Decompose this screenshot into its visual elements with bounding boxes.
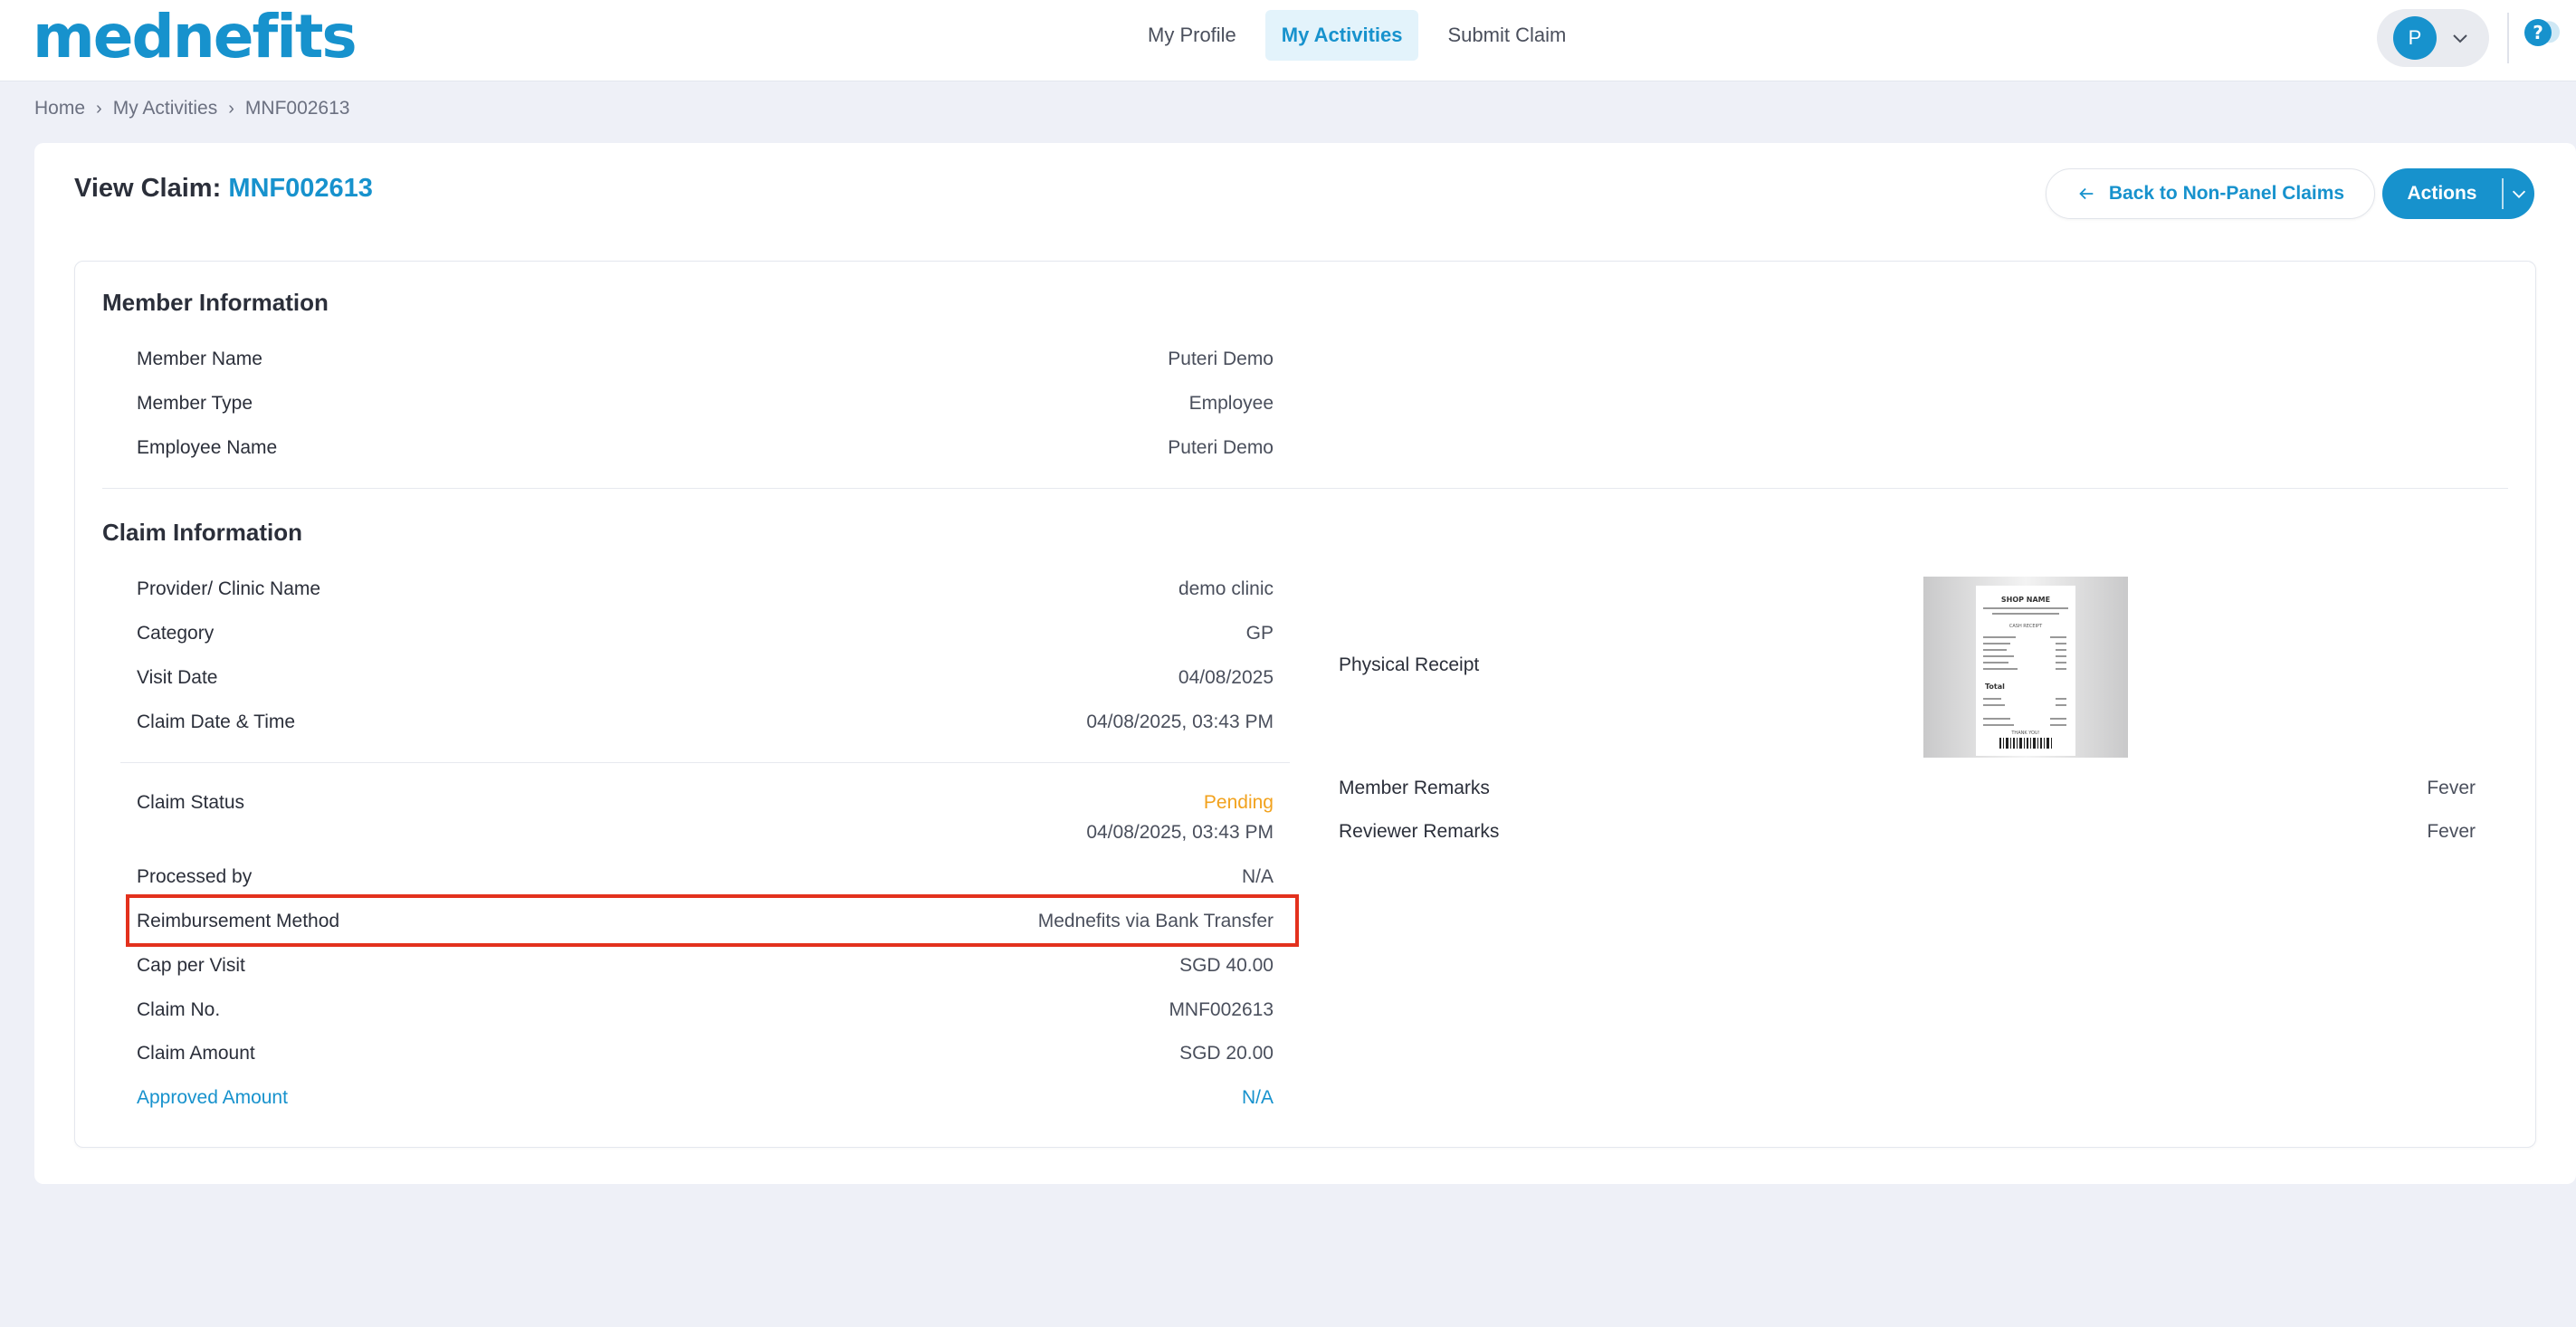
svg-text:Total: Total (1985, 683, 2005, 691)
chevron-right-icon: › (96, 98, 102, 119)
header-divider (2507, 13, 2509, 63)
reviewer-remarks-row: Reviewer Remarks Fever (1339, 821, 2476, 850)
row-label: Reimbursement Method (137, 911, 340, 931)
row-value: 04/08/2025, 03:43 PM (1086, 711, 1274, 732)
help-chat-icon[interactable]: ? (2522, 16, 2562, 56)
row-value: 04/08/2025 (1178, 667, 1274, 688)
row-label: Physical Receipt (1339, 654, 1480, 675)
member-name-row: Member Name Puteri Demo (137, 348, 1274, 377)
page-title-claim-id: MNF002613 (228, 174, 373, 203)
row-label: Processed by (137, 866, 253, 887)
claim-status-row: Claim Status Pending 04/08/2025, 03:43 P… (137, 792, 1274, 850)
svg-text:?: ? (2533, 22, 2543, 43)
chevron-down-icon (2512, 190, 2526, 198)
status-timestamp: 04/08/2025, 03:43 PM (1086, 822, 1274, 843)
reimbursement-method-row: Reimbursement Method Mednefits via Bank … (137, 911, 1274, 940)
visit-date-row: Visit Date 04/08/2025 (137, 667, 1274, 696)
row-value: Employee (1188, 393, 1274, 414)
section-divider (102, 488, 2508, 489)
actions-dropdown-toggle[interactable] (2504, 184, 2534, 204)
row-label: Member Remarks (1339, 778, 1490, 798)
claim-card: View Claim: MNF002613 Back to Non-Panel … (34, 143, 2576, 1184)
provider-row: Provider/ Clinic Name demo clinic (137, 578, 1274, 607)
row-value: Fever (2427, 778, 2476, 798)
row-value: GP (1245, 623, 1274, 644)
chevron-down-icon (2453, 34, 2467, 43)
member-type-row: Member Type Employee (137, 393, 1274, 422)
nav-submit-claim[interactable]: Submit Claim (1431, 10, 1582, 61)
row-label: Visit Date (137, 667, 218, 688)
row-label: Reviewer Remarks (1339, 821, 1500, 842)
svg-text:CASH RECEIPT: CASH RECEIPT (2009, 624, 2043, 629)
row-value: Fever (2427, 821, 2476, 842)
row-value: Mednefits via Bank Transfer (1037, 911, 1274, 931)
receipt-thumbnail[interactable]: SHOP NAME CASH RECEIPT Total THANK YOU! (1923, 577, 2128, 758)
arrow-left-icon (2079, 187, 2094, 200)
claim-divider (120, 762, 1290, 763)
row-label: Employee Name (137, 437, 278, 458)
page-title: View Claim: MNF002613 (74, 174, 373, 204)
row-label: Approved Amount (137, 1087, 288, 1108)
breadcrumb: Home › My Activities › MNF002613 (34, 98, 349, 119)
mednefits-logo[interactable]: mednefits (33, 5, 358, 69)
row-value: N/A (1241, 1087, 1274, 1108)
cap-per-visit-row: Cap per Visit SGD 40.00 (137, 955, 1274, 984)
approved-amount-row: Approved Amount N/A (137, 1087, 1274, 1116)
row-label: Claim Status (137, 792, 245, 813)
row-label: Member Type (137, 393, 253, 414)
claim-no-row: Claim No. MNF002613 (137, 999, 1274, 1028)
row-value: Puteri Demo (1168, 437, 1274, 458)
member-remarks-row: Member Remarks Fever (1339, 778, 2476, 807)
breadcrumb-home[interactable]: Home (34, 98, 85, 119)
row-value: SGD 40.00 (1179, 955, 1274, 976)
actions-button[interactable]: Actions (2382, 168, 2534, 219)
back-to-claims-button[interactable]: Back to Non-Panel Claims (2046, 168, 2375, 219)
actions-button-label: Actions (2407, 183, 2477, 204)
processed-by-row: Processed by N/A (137, 866, 1274, 895)
claim-date-row: Claim Date & Time 04/08/2025, 03:43 PM (137, 711, 1274, 740)
nav-my-profile[interactable]: My Profile (1131, 10, 1253, 61)
status-badge: Pending (1203, 792, 1274, 813)
main-nav: My Profile My Activities Submit Claim (1131, 10, 1582, 61)
chevron-right-icon: › (228, 98, 234, 119)
row-label: Category (137, 623, 215, 644)
nav-my-activities[interactable]: My Activities (1264, 10, 1419, 61)
row-value: SGD 20.00 (1179, 1043, 1274, 1064)
row-value: Puteri Demo (1168, 348, 1274, 369)
row-label: Claim No. (137, 999, 221, 1020)
user-menu-button[interactable]: P (2377, 9, 2489, 67)
physical-receipt-row: Physical Receipt (1339, 654, 2476, 683)
row-value: N/A (1241, 866, 1274, 887)
row-label: Claim Date & Time (137, 711, 296, 732)
breadcrumb-current: MNF002613 (244, 98, 350, 119)
row-value: MNF002613 (1169, 999, 1274, 1020)
member-info-title: Member Information (102, 289, 329, 316)
employee-name-row: Employee Name Puteri Demo (137, 437, 1274, 466)
category-row: Category GP (137, 623, 1274, 652)
claim-info-title: Claim Information (102, 519, 303, 546)
svg-text:SHOP NAME: SHOP NAME (2001, 596, 2050, 604)
claim-details-panel: Member Information Member Name Puteri De… (74, 261, 2536, 1148)
row-label: Member Name (137, 348, 262, 369)
row-label: Provider/ Clinic Name (137, 578, 321, 599)
top-navbar: mednefits My Profile My Activities Submi… (0, 0, 2576, 81)
breadcrumb-my-activities[interactable]: My Activities (113, 98, 218, 119)
back-button-label: Back to Non-Panel Claims (2108, 183, 2345, 204)
row-value: demo clinic (1178, 578, 1274, 599)
row-label: Claim Amount (137, 1043, 255, 1064)
page-title-prefix: View Claim: (74, 174, 222, 203)
svg-text:THANK YOU!: THANK YOU! (2010, 730, 2039, 736)
claim-amount-row: Claim Amount SGD 20.00 (137, 1043, 1274, 1072)
row-label: Cap per Visit (137, 955, 245, 976)
avatar: P (2393, 16, 2437, 60)
